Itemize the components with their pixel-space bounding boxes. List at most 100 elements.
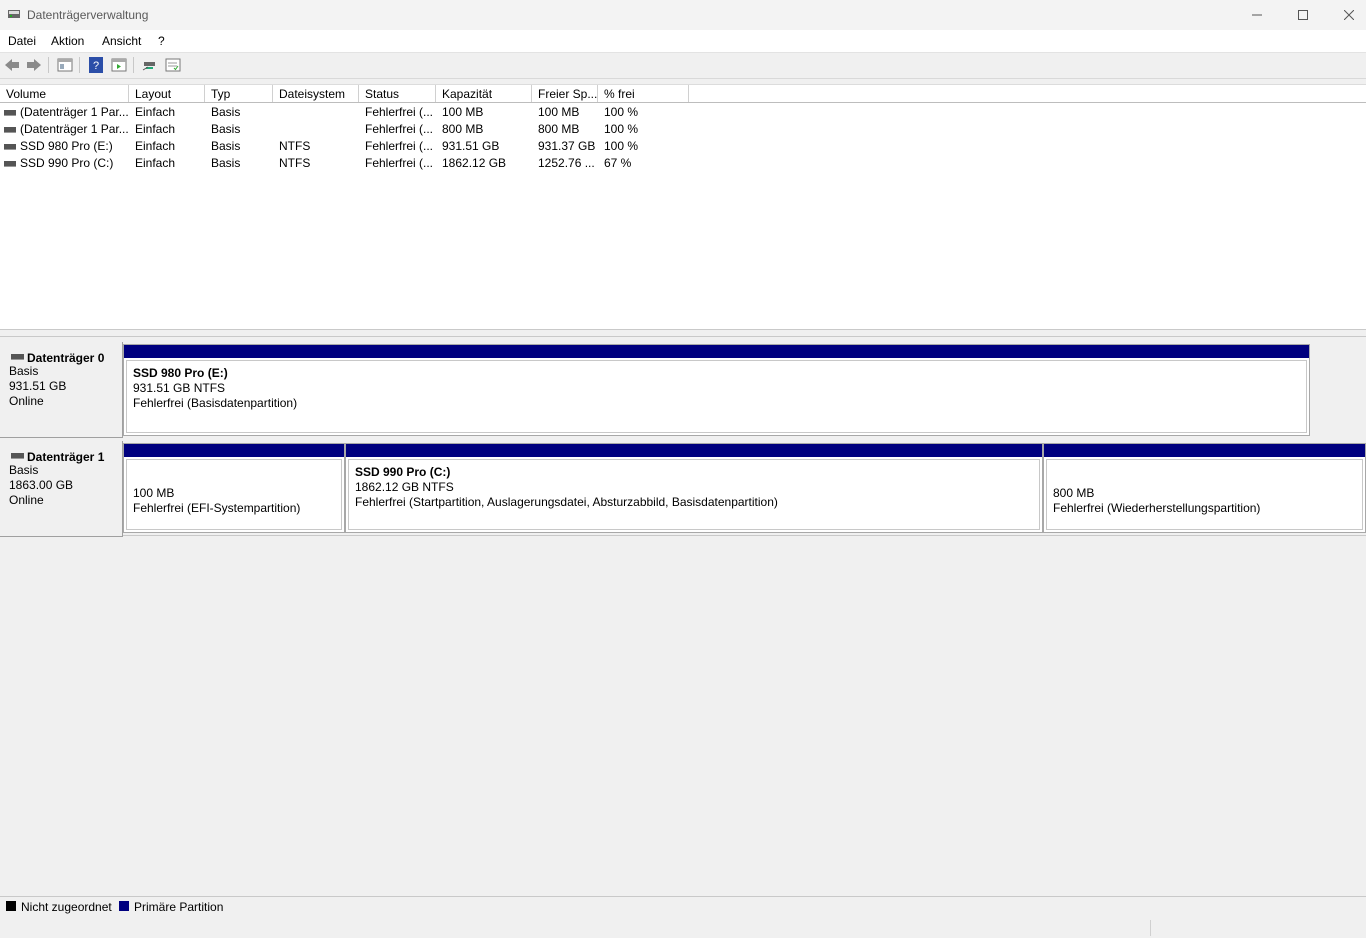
partition-ssd-980-pro[interactable]: SSD 980 Pro (E:) 931.51 GB NTFS Fehlerfr… — [123, 344, 1310, 436]
cell-layout: Einfach — [135, 139, 176, 153]
toolbar-separator — [133, 57, 134, 73]
menu-bar: Datei Aktion Ansicht ? — [0, 30, 1366, 52]
menu-datei[interactable]: Datei — [8, 34, 36, 48]
cell-volume: (Datenträger 1 Par... — [20, 105, 129, 119]
table-row[interactable]: (Datenträger 1 Par... Einfach Basis Fehl… — [0, 104, 690, 121]
cell-kapazitaet: 1862.12 GB — [442, 156, 507, 170]
maximize-icon — [1298, 10, 1308, 20]
partition-status: Fehlerfrei (EFI-Systempartition) — [133, 501, 301, 515]
view-icon — [111, 58, 127, 72]
column-header-layout[interactable]: Layout — [135, 87, 171, 101]
close-icon — [1344, 10, 1354, 20]
cell-prozent-frei: 100 % — [604, 139, 639, 153]
table-row[interactable]: (Datenträger 1 Par... Einfach Basis Fehl… — [0, 121, 690, 138]
legend-swatch-primary — [119, 901, 129, 911]
partition-size: 1862.12 GB NTFS — [355, 480, 454, 494]
toolbar-separator — [48, 57, 49, 73]
disk-name: Datenträger 0 — [27, 351, 105, 365]
partition-size: 100 MB — [133, 486, 175, 500]
cell-status: Fehlerfrei (... — [365, 156, 434, 170]
cell-status: Fehlerfrei (... — [365, 139, 434, 153]
partition-title: SSD 980 Pro (E:) — [133, 366, 228, 380]
help-button[interactable]: ? — [87, 57, 105, 73]
back-arrow-icon — [5, 59, 19, 71]
partition-ssd-990-pro[interactable]: SSD 990 Pro (C:) 1862.12 GB NTFS Fehlerf… — [345, 443, 1043, 533]
cell-kapazitaet: 931.51 GB — [442, 139, 500, 153]
cell-freier-speicher: 931.37 GB — [538, 139, 596, 153]
disk-0-label[interactable]: Datenträger 0 Basis 931.51 GB Online — [0, 342, 123, 438]
disk-type: Basis — [9, 364, 39, 378]
disk-size: 1863.00 GB — [9, 478, 74, 492]
console-button[interactable] — [164, 57, 182, 73]
console-icon — [165, 58, 181, 72]
column-header-typ[interactable]: Typ — [211, 87, 230, 101]
menu-ansicht[interactable]: Ansicht — [102, 34, 141, 48]
table-row[interactable]: SSD 990 Pro (C:) Einfach Basis NTFS Fehl… — [0, 155, 690, 172]
menu-help[interactable]: ? — [158, 34, 165, 48]
legend-label-primary: Primäre Partition — [134, 900, 224, 914]
toolbar: ? — [0, 52, 1366, 79]
cell-freier-speicher: 100 MB — [538, 105, 580, 119]
pane-splitter[interactable] — [0, 329, 1366, 337]
help-icon: ? — [89, 57, 103, 73]
table-row[interactable]: SSD 980 Pro (E:) Einfach Basis NTFS Fehl… — [0, 138, 690, 155]
properties-icon — [57, 58, 73, 72]
disk-icon — [11, 453, 24, 459]
partition-size: 931.51 GB NTFS — [133, 381, 226, 395]
disk-1-label[interactable]: Datenträger 1 Basis 1863.00 GB Online — [0, 441, 123, 537]
view-button[interactable] — [110, 57, 128, 73]
cell-freier-speicher: 800 MB — [538, 122, 580, 136]
toolbar-separator — [79, 57, 80, 73]
svg-text:?: ? — [93, 60, 99, 72]
cell-kapazitaet: 100 MB — [442, 105, 484, 119]
menu-aktion[interactable]: Aktion — [51, 34, 84, 48]
column-header-kapazitaet[interactable]: Kapazität — [442, 87, 492, 101]
cell-dateisystem: NTFS — [279, 156, 311, 170]
partition-color-bar — [346, 444, 1042, 457]
minimize-button[interactable] — [1234, 0, 1280, 30]
cell-layout: Einfach — [135, 105, 176, 119]
properties-button[interactable] — [56, 57, 74, 73]
column-header-dateisystem[interactable]: Dateisystem — [279, 87, 345, 101]
table-header: Volume Layout Typ Dateisystem Status Kap… — [0, 85, 1366, 103]
volume-icon — [4, 110, 16, 116]
connect-icon — [142, 62, 155, 71]
legend-swatch-unallocated — [6, 901, 16, 911]
partition-status: Fehlerfrei (Wiederherstellungspartition) — [1053, 501, 1261, 515]
partition-recovery[interactable]: 800 MB Fehlerfrei (Wiederherstellungspar… — [1043, 443, 1366, 533]
connect-button[interactable] — [141, 57, 159, 73]
window-title: Datenträgerverwaltung — [27, 8, 149, 22]
status-bar — [0, 917, 1366, 938]
cell-prozent-frei: 100 % — [604, 122, 639, 136]
cell-volume: SSD 990 Pro (C:) — [20, 156, 114, 170]
maximize-button[interactable] — [1280, 0, 1326, 30]
title-bar: Datenträgerverwaltung — [0, 0, 1366, 30]
legend: Nicht zugeordnet Primäre Partition — [0, 896, 1366, 918]
partition-efi[interactable]: 100 MB Fehlerfrei (EFI-Systempartition) — [123, 443, 345, 533]
column-header-status[interactable]: Status — [365, 87, 399, 101]
volume-icon — [4, 144, 16, 150]
partition-size: 800 MB — [1053, 486, 1095, 500]
cell-prozent-frei: 67 % — [604, 156, 632, 170]
disk-state: Online — [9, 394, 44, 408]
partition-status: Fehlerfrei (Basisdatenpartition) — [133, 396, 298, 410]
volume-list: Volume Layout Typ Dateisystem Status Kap… — [0, 84, 1366, 329]
back-button[interactable] — [3, 57, 21, 73]
disk-type: Basis — [9, 463, 39, 477]
column-header-prozent-frei[interactable]: % frei — [604, 87, 635, 101]
disk-state: Online — [9, 493, 44, 507]
status-divider — [1150, 920, 1151, 936]
partition-status: Fehlerfrei (Startpartition, Auslagerungs… — [355, 495, 778, 509]
disk-size: 931.51 GB — [9, 379, 67, 393]
cell-volume: (Datenträger 1 Par... — [20, 122, 129, 136]
forward-button[interactable] — [25, 57, 43, 73]
cell-kapazitaet: 800 MB — [442, 122, 484, 136]
disk-name: Datenträger 1 — [27, 450, 105, 464]
column-header-freier-speicher[interactable]: Freier Sp... — [538, 87, 597, 101]
close-button[interactable] — [1326, 0, 1366, 30]
partition-color-bar — [124, 345, 1309, 358]
disk-management-icon — [8, 10, 20, 18]
partition-color-bar — [1044, 444, 1365, 457]
cell-status: Fehlerfrei (... — [365, 122, 434, 136]
column-header-volume[interactable]: Volume — [6, 87, 46, 101]
